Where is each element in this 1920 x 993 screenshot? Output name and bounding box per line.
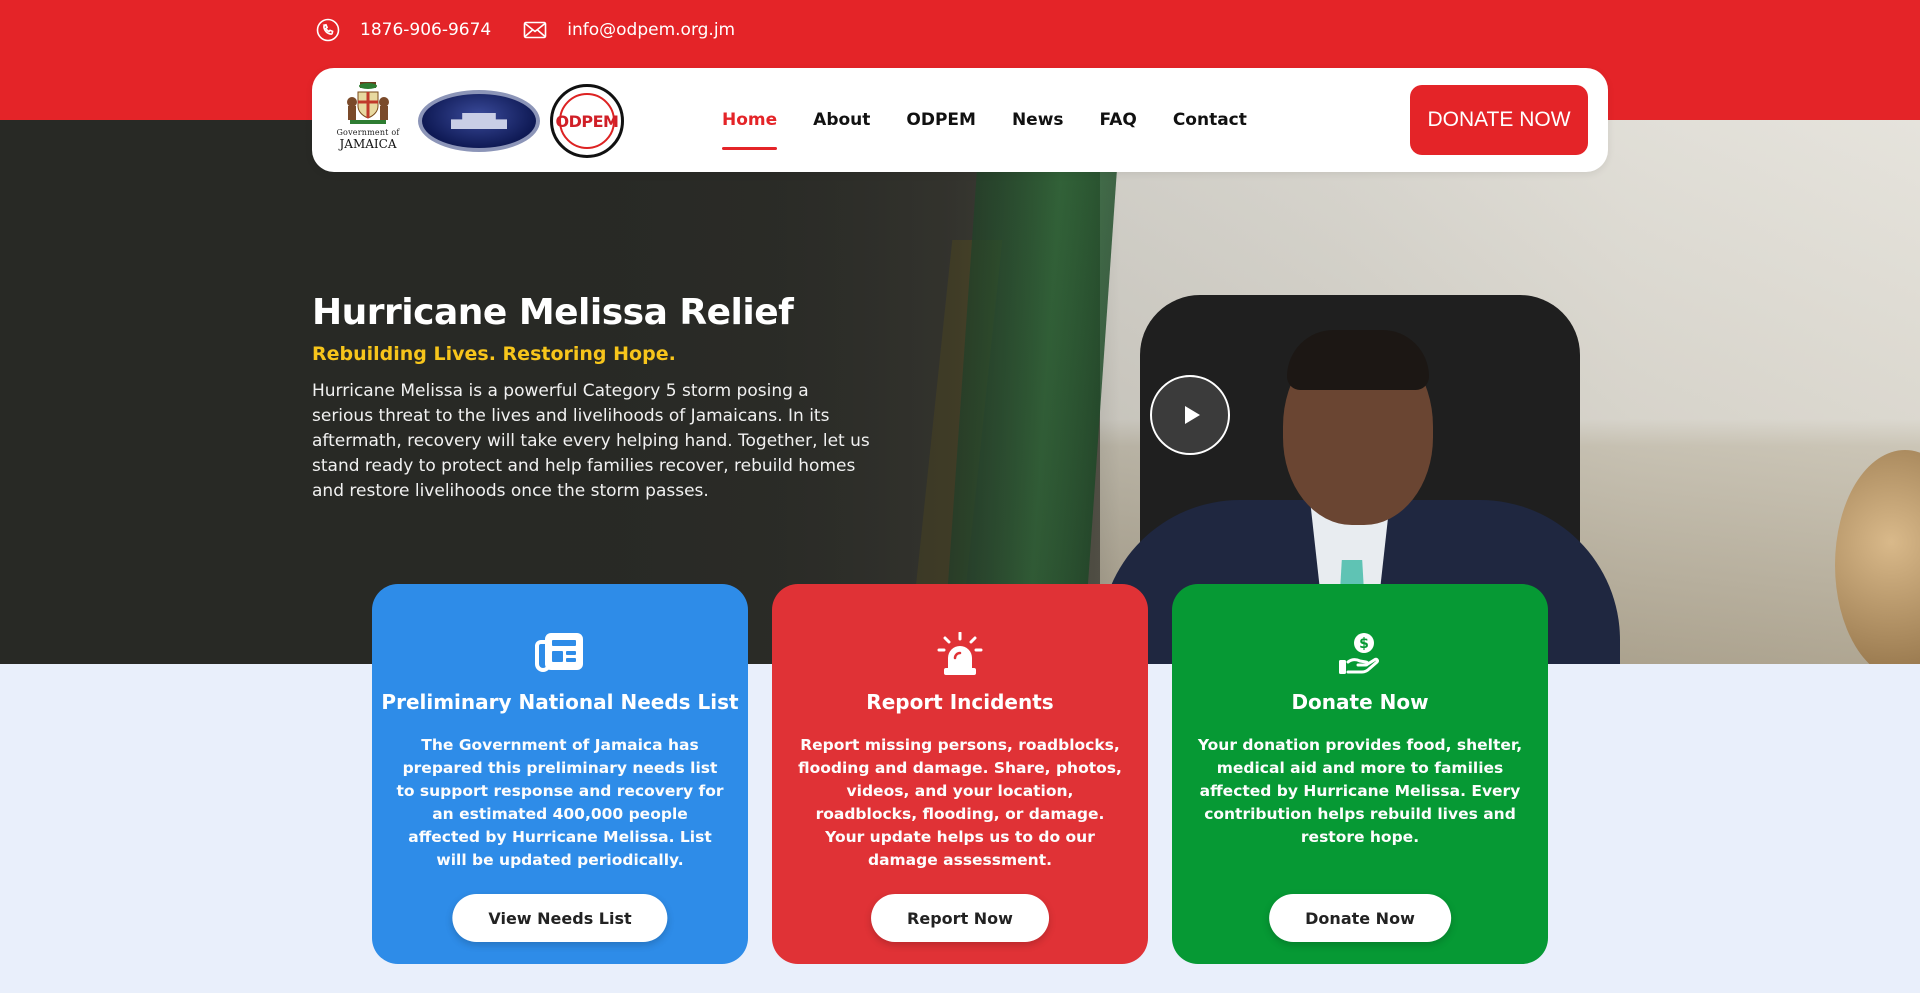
nav-home[interactable]: Home <box>722 68 778 172</box>
jamaica-house-logo[interactable] <box>418 90 540 152</box>
phone-number: 1876-906-9674 <box>360 20 492 40</box>
building-icon <box>451 113 507 129</box>
nav-odpem[interactable]: ODPEM <box>906 68 976 172</box>
hero-section <box>0 120 1920 664</box>
donate-now-header-button[interactable]: DONATE NOW <box>1410 85 1588 155</box>
card-description: Your donation provides food, shelter, me… <box>1197 736 1523 846</box>
needs-list-icon-wrap <box>372 632 748 676</box>
report-incidents-card: Report Incidents Report missing persons,… <box>772 584 1148 964</box>
svg-text:$: $ <box>1359 636 1369 652</box>
email-link[interactable]: info@odpem.org.jm <box>523 20 735 40</box>
nav-contact[interactable]: Contact <box>1173 68 1247 172</box>
hero-content: Hurricane Melissa Relief Rebuilding Live… <box>312 292 872 504</box>
report-icon-wrap <box>772 632 1148 676</box>
odpem-logo-text: ODPEM <box>555 111 619 131</box>
contact-strip: 1876-906-9674 info@odpem.org.jm <box>316 18 767 42</box>
odpem-logo[interactable]: ODPEM <box>550 84 624 158</box>
card-title: Report Incidents <box>866 690 1054 714</box>
speaker-hair <box>1287 330 1429 390</box>
donate-icon-wrap: $ <box>1172 632 1548 676</box>
phone-icon <box>316 18 340 42</box>
email-address: info@odpem.org.jm <box>567 20 736 40</box>
hand-dollar-icon: $ <box>1339 633 1380 674</box>
siren-icon <box>937 632 983 675</box>
phone-link[interactable]: 1876-906-9674 <box>316 18 491 42</box>
donate-card: $ Donate Now Your donation provides food… <box>1172 584 1548 964</box>
needs-list-card: Preliminary National Needs List The Gove… <box>372 584 748 964</box>
hero-tagline: Rebuilding Lives. Restoring Hope. <box>312 343 676 365</box>
card-description: Report missing persons, roadblocks, floo… <box>798 736 1122 869</box>
card-title: Donate Now <box>1291 690 1429 714</box>
video-play-button[interactable] <box>1150 375 1230 455</box>
gov-logo-line2: JAMAICA <box>339 137 397 151</box>
donate-now-card-button[interactable]: Donate Now <box>1269 894 1451 942</box>
nav-about[interactable]: About <box>813 68 870 172</box>
logo-group: Government of JAMAICA ODPEM <box>326 80 624 162</box>
hero-title: Hurricane Melissa Relief <box>312 292 794 333</box>
nav-faq[interactable]: FAQ <box>1100 68 1137 172</box>
view-needs-list-button[interactable]: View Needs List <box>452 894 668 942</box>
report-now-button[interactable]: Report Now <box>871 894 1049 942</box>
government-of-jamaica-logo[interactable]: Government of JAMAICA <box>326 80 410 162</box>
envelope-icon <box>523 21 547 39</box>
main-nav: Home About ODPEM News FAQ Contact <box>722 68 1283 172</box>
play-icon <box>1185 406 1200 424</box>
nav-news[interactable]: News <box>1012 68 1064 172</box>
header-nav-card: Government of JAMAICA ODPEM Home About O… <box>312 68 1608 172</box>
card-description: The Government of Jamaica has prepared t… <box>396 736 724 869</box>
gov-logo-line1: Government of <box>336 128 400 137</box>
card-title: Preliminary National Needs List <box>381 690 739 714</box>
hero-description: Hurricane Melissa is a powerful Category… <box>312 381 870 501</box>
coat-of-arms-icon <box>347 82 389 124</box>
newspaper-icon <box>535 633 583 672</box>
